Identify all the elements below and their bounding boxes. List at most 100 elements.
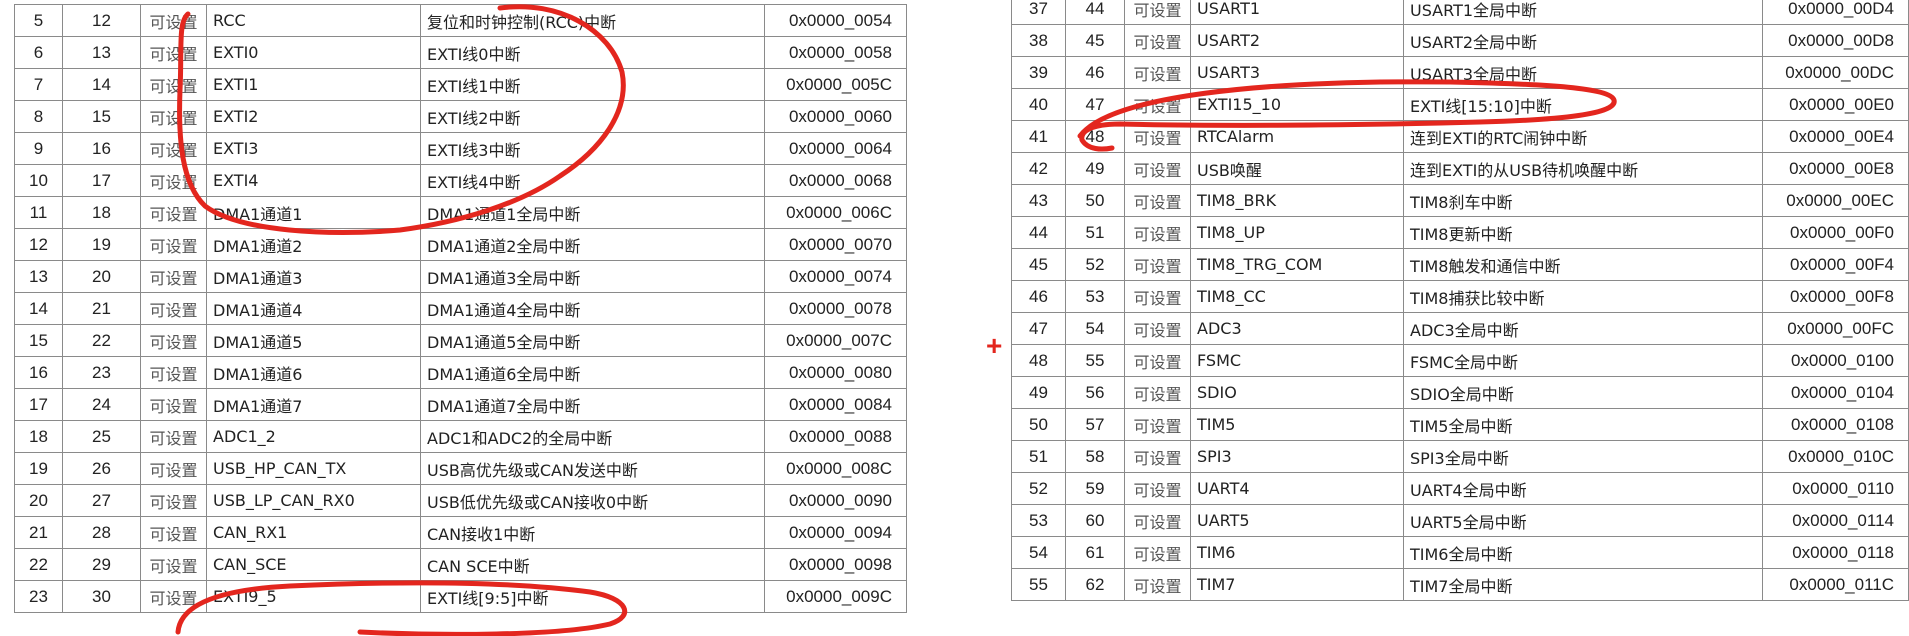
address-cell: 0x0000_0088 — [764, 420, 907, 453]
position-cell: 18 — [14, 420, 63, 453]
position-cell: 37 — [1011, 0, 1066, 25]
address-cell: 0x0000_0118 — [1762, 536, 1909, 569]
description-cell: TIM8触发和通信中断 — [1403, 248, 1763, 281]
table-row: 47 54 可设置 ADC3 ADC3全局中断 0x0000_00FC — [1011, 312, 1909, 345]
address-cell: 0x0000_00D8 — [1762, 24, 1909, 57]
table-row: 45 52 可设置 TIM8_TRG_COM TIM8触发和通信中断 0x0000_00F… — [1011, 248, 1909, 281]
table-row: 15 22 可设置 DMA1通道5 DMA1通道5全局中断 0x0000_007C — [14, 324, 907, 357]
description-cell: TIM8更新中断 — [1403, 216, 1763, 249]
table-row: 7 14 可设置 EXTI1 EXTI线1中断 0x0000_005C — [14, 68, 907, 101]
priority-type-cell: 可设置 — [1124, 88, 1191, 121]
priority-type-cell: 可设置 — [1124, 344, 1191, 377]
name-cell: DMA1通道7 — [206, 388, 421, 421]
priority-type-cell: 可设置 — [1124, 216, 1191, 249]
description-cell: SPI3全局中断 — [1403, 440, 1763, 473]
address-cell: 0x0000_0070 — [764, 228, 907, 261]
priority-type-cell: 可设置 — [1124, 184, 1191, 217]
position-cell: 49 — [1011, 376, 1066, 409]
priority-type-cell: 可设置 — [1124, 504, 1191, 537]
table-row: 40 47 可设置 EXTI15_10 EXTI线[15:10]中断 0x0000_00E… — [1011, 88, 1909, 121]
plus-cursor-icon: + — [986, 330, 1003, 361]
description-cell: EXTI线1中断 — [420, 68, 765, 101]
name-cell: EXTI2 — [206, 100, 421, 133]
name-cell: USB_LP_CAN_RX0 — [206, 484, 421, 517]
priority-cell: 25 — [62, 420, 141, 453]
position-cell: 20 — [14, 484, 63, 517]
priority-type-cell: 可设置 — [140, 260, 207, 293]
priority-type-cell: 可设置 — [140, 356, 207, 389]
priority-cell: 56 — [1065, 376, 1125, 409]
priority-cell: 15 — [62, 100, 141, 133]
priority-type-cell: 可设置 — [1124, 248, 1191, 281]
table-row: 53 60 可设置 UART5 UART5全局中断 0x0000_0114 — [1011, 504, 1909, 537]
description-cell: DMA1通道3全局中断 — [420, 260, 765, 293]
position-cell: 13 — [14, 260, 63, 293]
table-row: 48 55 可设置 FSMC FSMC全局中断 0x0000_0100 — [1011, 344, 1909, 377]
address-cell: 0x0000_0054 — [764, 4, 907, 37]
description-cell: EXTI线[15:10]中断 — [1403, 88, 1763, 121]
description-cell: USART1全局中断 — [1403, 0, 1763, 25]
name-cell: TIM5 — [1190, 408, 1404, 441]
priority-cell: 50 — [1065, 184, 1125, 217]
address-cell: 0x0000_00FC — [1762, 312, 1909, 345]
position-cell: 22 — [14, 548, 63, 581]
priority-cell: 60 — [1065, 504, 1125, 537]
position-cell: 11 — [14, 196, 63, 229]
name-cell: UART5 — [1190, 504, 1404, 537]
position-cell: 9 — [14, 132, 63, 165]
priority-cell: 13 — [62, 36, 141, 69]
address-cell: 0x0000_0098 — [764, 548, 907, 581]
description-cell: EXTI线4中断 — [420, 164, 765, 197]
address-cell: 0x0000_009C — [764, 580, 907, 613]
table-row: 18 25 可设置 ADC1_2 ADC1和ADC2的全局中断 0x0000_0088 — [14, 420, 907, 453]
table-row: 51 58 可设置 SPI3 SPI3全局中断 0x0000_010C — [1011, 440, 1909, 473]
priority-type-cell: 可设置 — [1124, 280, 1191, 313]
priority-type-cell: 可设置 — [140, 164, 207, 197]
table-row: 20 27 可设置 USB_LP_CAN_RX0 USB低优先级或CAN接收0中断 0x0… — [14, 484, 907, 517]
priority-type-cell: 可设置 — [140, 68, 207, 101]
priority-cell: 53 — [1065, 280, 1125, 313]
name-cell: CAN_SCE — [206, 548, 421, 581]
name-cell: USB_HP_CAN_TX — [206, 452, 421, 485]
table-row: 22 29 可设置 CAN_SCE CAN SCE中断 0x0000_0098 — [14, 548, 907, 581]
description-cell: UART4全局中断 — [1403, 472, 1763, 505]
description-cell: ADC1和ADC2的全局中断 — [420, 420, 765, 453]
priority-type-cell: 可设置 — [140, 228, 207, 261]
priority-cell: 20 — [62, 260, 141, 293]
description-cell: EXTI线2中断 — [420, 100, 765, 133]
priority-type-cell: 可设置 — [1124, 376, 1191, 409]
table-row: 17 24 可设置 DMA1通道7 DMA1通道7全局中断 0x0000_0084 — [14, 388, 907, 421]
name-cell: TIM6 — [1190, 536, 1404, 569]
address-cell: 0x0000_00E8 — [1762, 152, 1909, 185]
priority-type-cell: 可设置 — [140, 548, 207, 581]
table-row: 46 53 可设置 TIM8_CC TIM8捕获比较中断 0x0000_00F8 — [1011, 280, 1909, 313]
position-cell: 10 — [14, 164, 63, 197]
description-cell: EXTI线0中断 — [420, 36, 765, 69]
priority-type-cell: 可设置 — [140, 324, 207, 357]
name-cell: TIM8_TRG_COM — [1190, 248, 1404, 281]
priority-cell: 14 — [62, 68, 141, 101]
name-cell: DMA1通道3 — [206, 260, 421, 293]
priority-type-cell: 可设置 — [1124, 0, 1191, 25]
position-cell: 6 — [14, 36, 63, 69]
table-row: 9 16 可设置 EXTI3 EXTI线3中断 0x0000_0064 — [14, 132, 907, 165]
description-cell: 复位和时钟控制(RCC)中断 — [420, 4, 765, 37]
name-cell: DMA1通道2 — [206, 228, 421, 261]
table-row: 52 59 可设置 UART4 UART4全局中断 0x0000_0110 — [1011, 472, 1909, 505]
description-cell: USB高优先级或CAN发送中断 — [420, 452, 765, 485]
position-cell: 41 — [1011, 120, 1066, 153]
name-cell: RTCAlarm — [1190, 120, 1404, 153]
name-cell: FSMC — [1190, 344, 1404, 377]
priority-cell: 62 — [1065, 568, 1125, 601]
name-cell: USART1 — [1190, 0, 1404, 25]
name-cell: TIM8_CC — [1190, 280, 1404, 313]
address-cell: 0x0000_0078 — [764, 292, 907, 325]
priority-cell: 22 — [62, 324, 141, 357]
priority-type-cell: 可设置 — [140, 388, 207, 421]
name-cell: TIM8_UP — [1190, 216, 1404, 249]
name-cell: EXTI4 — [206, 164, 421, 197]
vector-table-left: 5 12 可设置 RCC 复位和时钟控制(RCC)中断 0x0000_0054 6 13 可设置… — [14, 4, 907, 613]
priority-cell: 29 — [62, 548, 141, 581]
position-cell: 39 — [1011, 56, 1066, 89]
position-cell: 46 — [1011, 280, 1066, 313]
